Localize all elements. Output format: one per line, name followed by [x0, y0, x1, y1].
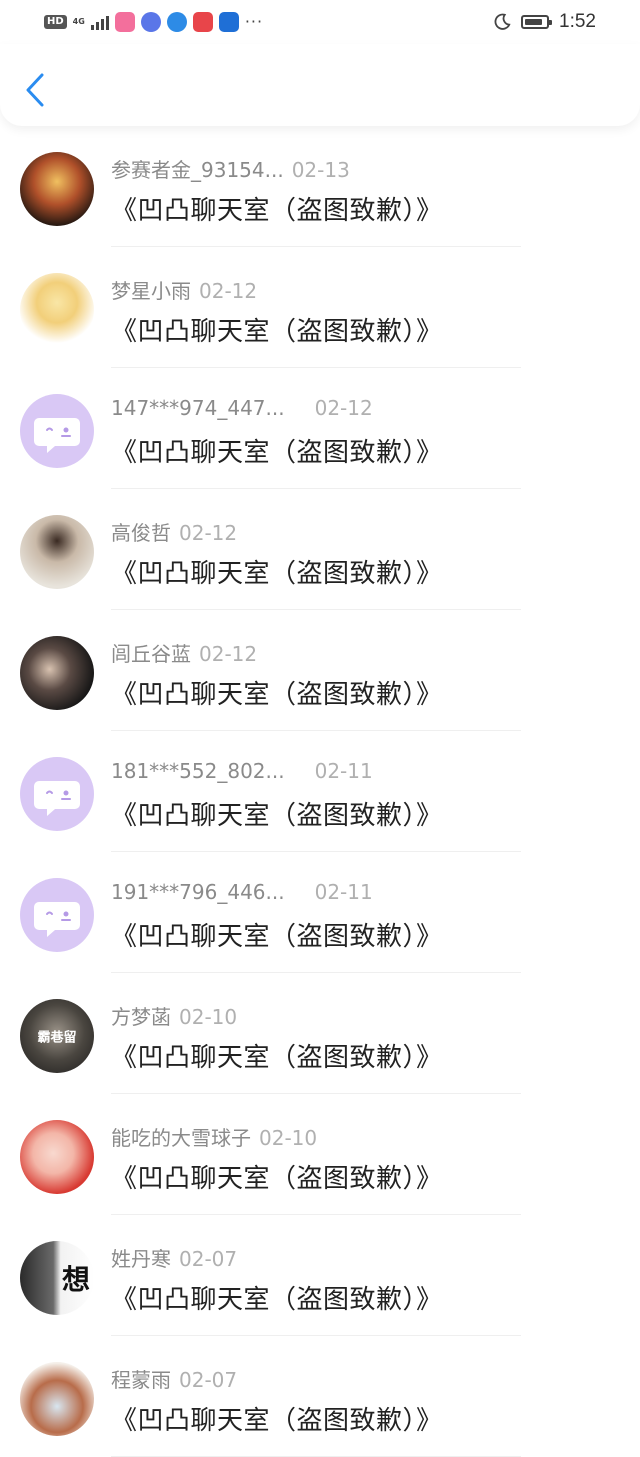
list-item[interactable]: 181***552_802... 02-11 《凹凸聊天室（盗图致歉）》	[0, 731, 640, 852]
message-preview: 《凹凸聊天室（盗图致歉）》	[111, 801, 443, 831]
list-item[interactable]: 想 姓丹寒 02-07 《凹凸聊天室（盗图致歉）》	[0, 1215, 640, 1336]
sender-name: 梦星小雨	[111, 279, 191, 303]
hd-badge: HD	[44, 15, 67, 29]
message-date: 02-12	[314, 396, 373, 420]
status-bar: HD 4G ··· 1:52	[0, 0, 640, 44]
avatar[interactable]: 霸巷留	[20, 999, 94, 1073]
signal-icon	[90, 14, 109, 30]
list-item[interactable]: 梦星小雨 02-12 《凹凸聊天室（盗图致歉）》	[0, 247, 640, 368]
sender-name: 181***552_802...	[111, 759, 285, 783]
chat-bubble-icon	[34, 781, 80, 816]
message-preview: 《凹凸聊天室（盗图致歉）》	[111, 922, 443, 952]
avatar[interactable]	[20, 152, 94, 226]
item-meta: 程蒙雨 02-07	[111, 1364, 237, 1393]
default-avatar[interactable]	[20, 394, 94, 468]
battery-icon	[521, 15, 553, 29]
list-item[interactable]: 程蒙雨 02-07 《凹凸聊天室（盗图致歉）》	[0, 1336, 640, 1457]
browser-icon	[166, 12, 187, 32]
message-date: 02-11	[314, 759, 373, 783]
message-date: 02-11	[314, 880, 373, 904]
clock: 1:52	[559, 11, 596, 32]
back-chevron-icon	[26, 73, 44, 107]
default-avatar[interactable]	[20, 757, 94, 831]
message-preview: 《凹凸聊天室（盗图致歉）》	[111, 1285, 443, 1315]
message-preview: 《凹凸聊天室（盗图致歉）》	[111, 559, 443, 589]
chat-bubble-icon	[34, 902, 80, 937]
item-meta: 姓丹寒 02-07	[111, 1243, 237, 1272]
huawei-icon	[192, 12, 213, 32]
more-notifications-icon: ···	[244, 12, 264, 31]
moon-icon	[494, 13, 511, 30]
list-item[interactable]: 闾丘谷蓝 02-12 《凹凸聊天室（盗图致歉）》	[0, 610, 640, 731]
message-preview: 《凹凸聊天室（盗图致歉）》	[111, 680, 443, 710]
item-meta: 181***552_802... 02-11	[111, 759, 373, 783]
status-bar-left: HD 4G ···	[44, 12, 263, 32]
list-item[interactable]: 147***974_447... 02-12 《凹凸聊天室（盗图致歉）》	[0, 368, 640, 489]
top-bar	[0, 44, 640, 126]
message-date: 02-13	[291, 158, 350, 182]
list-item[interactable]: 191***796_446... 02-11 《凹凸聊天室（盗图致歉）》	[0, 852, 640, 973]
list-item[interactable]: 参赛者金_93154... 02-13 《凹凸聊天室（盗图致歉）》	[0, 126, 640, 247]
sender-name: 闾丘谷蓝	[111, 642, 191, 666]
status-bar-right: 1:52	[493, 10, 596, 34]
list-item[interactable]: 能吃的大雪球子 02-10 《凹凸聊天室（盗图致歉）》	[0, 1094, 640, 1215]
sender-name: 姓丹寒	[111, 1247, 171, 1271]
network-type: 4G	[72, 17, 85, 26]
avatar[interactable]: 想	[20, 1241, 94, 1315]
sender-name: 方梦菡	[111, 1005, 171, 1029]
message-preview: 《凹凸聊天室（盗图致歉）》	[111, 1406, 443, 1436]
sender-name: 高俊哲	[111, 521, 171, 545]
message-list: 参赛者金_93154... 02-13 《凹凸聊天室（盗图致歉）》 梦星小雨 02-…	[0, 126, 640, 1457]
sender-name: 参赛者金_93154...	[111, 158, 284, 182]
message-preview: 《凹凸聊天室（盗图致歉）》	[111, 438, 443, 468]
sender-name: 程蒙雨	[111, 1368, 171, 1392]
message-date: 02-12	[199, 279, 258, 303]
message-date: 02-10	[259, 1126, 318, 1150]
avatar[interactable]	[20, 636, 94, 710]
avatar-text: 想	[61, 1263, 90, 1296]
item-meta: 参赛者金_93154... 02-13	[111, 154, 350, 183]
avatar[interactable]	[20, 1120, 94, 1194]
list-item[interactable]: 高俊哲 02-12 《凹凸聊天室（盗图致歉）》	[0, 489, 640, 610]
back-button[interactable]	[18, 70, 52, 110]
sender-name: 191***796_446...	[111, 880, 285, 904]
list-item[interactable]: 霸巷留 方梦菡 02-10 《凹凸聊天室（盗图致歉）》	[0, 973, 640, 1094]
lightbulb-icon	[218, 12, 239, 32]
message-date: 02-10	[179, 1005, 238, 1029]
item-meta: 方梦菡 02-10	[111, 1001, 237, 1030]
default-avatar[interactable]	[20, 878, 94, 952]
item-meta: 能吃的大雪球子 02-10	[111, 1122, 317, 1151]
bilibili-icon	[114, 12, 135, 32]
battery-fill	[525, 19, 543, 25]
message-date: 02-07	[179, 1368, 238, 1392]
item-meta: 高俊哲 02-12	[111, 517, 237, 546]
item-meta: 147***974_447... 02-12	[111, 396, 373, 420]
message-preview: 《凹凸聊天室（盗图致歉）》	[111, 1164, 443, 1194]
avatar[interactable]	[20, 515, 94, 589]
sender-name: 能吃的大雪球子	[111, 1126, 251, 1150]
chat-bubble-icon	[34, 418, 80, 453]
item-meta: 梦星小雨 02-12	[111, 275, 257, 304]
avatar[interactable]	[20, 273, 94, 347]
message-date: 02-07	[179, 1247, 238, 1271]
music-icon	[140, 12, 161, 32]
avatar-text: 霸巷留	[37, 1030, 77, 1046]
message-preview: 《凹凸聊天室（盗图致歉）》	[111, 1043, 443, 1073]
message-date: 02-12	[199, 642, 258, 666]
item-meta: 191***796_446... 02-11	[111, 880, 373, 904]
item-meta: 闾丘谷蓝 02-12	[111, 638, 257, 667]
avatar[interactable]	[20, 1362, 94, 1436]
message-preview: 《凹凸聊天室（盗图致歉）》	[111, 317, 443, 347]
sender-name: 147***974_447...	[111, 396, 285, 420]
message-preview: 《凹凸聊天室（盗图致歉）》	[111, 196, 443, 226]
message-date: 02-12	[179, 521, 238, 545]
